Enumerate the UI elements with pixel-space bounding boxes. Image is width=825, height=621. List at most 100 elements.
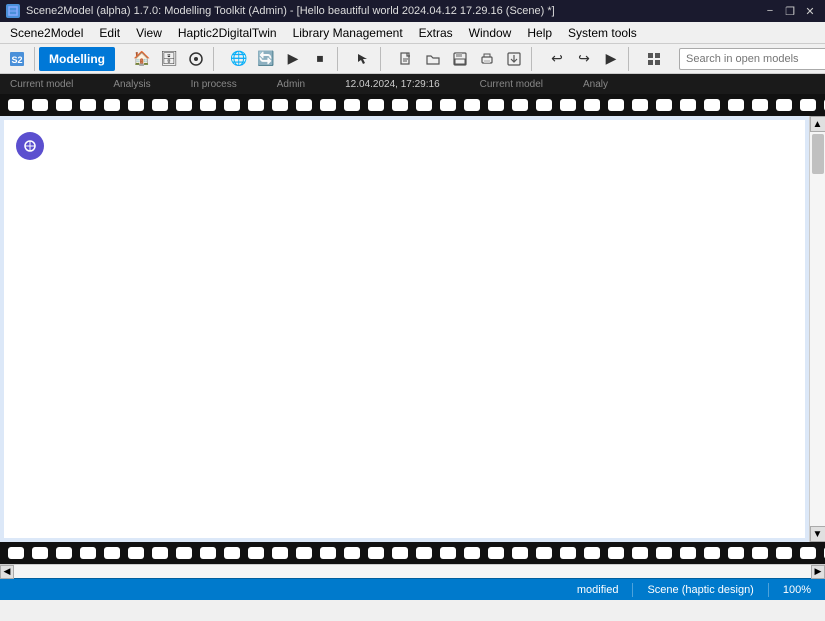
film-hole <box>320 99 336 111</box>
film-hole <box>776 547 792 559</box>
film-hole <box>488 547 504 559</box>
restore-button[interactable]: ❐ <box>781 3 799 19</box>
modelling-mode-button[interactable]: Modelling <box>39 47 115 71</box>
undo-button[interactable]: ↩ <box>544 47 570 71</box>
menu-haptic2digitaltwin[interactable]: Haptic2DigitalTwin <box>170 22 285 44</box>
forward-button[interactable]: ▶ <box>280 47 306 71</box>
film-hole <box>56 99 72 111</box>
scroll-up-button[interactable]: ▲ <box>810 116 825 132</box>
menu-extras[interactable]: Extras <box>411 22 461 44</box>
film-hole <box>8 99 24 111</box>
menu-window[interactable]: Window <box>461 22 520 44</box>
status-modified[interactable]: modified <box>571 579 625 600</box>
film-hole <box>416 99 432 111</box>
film-hole <box>632 99 648 111</box>
globe-button[interactable]: 🌐 <box>226 47 252 71</box>
film-hole <box>392 99 408 111</box>
select-button[interactable] <box>350 47 376 71</box>
close-button[interactable]: ✕ <box>801 3 819 19</box>
arrow-right-button[interactable]: ▶ <box>598 47 624 71</box>
horizontal-scrollbar[interactable]: ◀ ▶ <box>0 564 825 578</box>
scroll-right-button[interactable]: ▶ <box>811 565 825 579</box>
film-hole <box>800 99 816 111</box>
cursor-button[interactable] <box>183 47 209 71</box>
menu-edit[interactable]: Edit <box>91 22 128 44</box>
save-button[interactable] <box>447 47 473 71</box>
print-button[interactable] <box>474 47 500 71</box>
toolbar-right-group <box>641 47 671 71</box>
status-zoom[interactable]: 100% <box>777 579 817 600</box>
status-datetime: 12.04.2024, 17:29:16 <box>345 79 440 90</box>
status-bar-separator-1 <box>632 583 633 597</box>
stop-button[interactable]: ⏹ <box>307 47 333 71</box>
refresh-button[interactable]: 🔄 <box>253 47 279 71</box>
film-hole <box>128 547 144 559</box>
scene-node[interactable] <box>16 132 44 160</box>
film-hole <box>584 99 600 111</box>
film-hole <box>560 99 576 111</box>
grid-button[interactable] <box>641 47 667 71</box>
film-hole <box>536 99 552 111</box>
film-hole <box>80 547 96 559</box>
menu-scene2model[interactable]: Scene2Model <box>2 22 91 44</box>
film-hole <box>392 547 408 559</box>
film-hole <box>512 547 528 559</box>
title-bar-left: Scene2Model (alpha) 1.7.0: Modelling Too… <box>6 4 555 18</box>
main-area: Current model Analysis In process Admin … <box>0 74 825 564</box>
film-hole <box>152 99 168 111</box>
menu-library-management[interactable]: Library Management <box>285 22 411 44</box>
title-controls: − ❐ ✕ <box>761 3 819 19</box>
title-bar: Scene2Model (alpha) 1.7.0: Modelling Too… <box>0 0 825 22</box>
film-hole <box>272 547 288 559</box>
status-analy: Analy <box>583 79 608 90</box>
film-holes-bottom <box>0 542 825 564</box>
film-hole <box>464 99 480 111</box>
home-button[interactable]: 🏠 <box>129 47 155 71</box>
toolbar: S2 Modelling 🏠 🗄 🌐 🔄 ▶ ⏹ <box>0 44 825 74</box>
app-icon <box>6 4 20 18</box>
app-logo-button[interactable]: S2 <box>4 47 30 71</box>
toolbar-edit-group <box>350 47 381 71</box>
status-scene-type[interactable]: Scene (haptic design) <box>641 579 759 600</box>
film-hole <box>560 547 576 559</box>
status-in-process: In process <box>191 79 237 90</box>
film-holes-top <box>0 94 825 116</box>
status-strip: Current model Analysis In process Admin … <box>0 74 825 94</box>
database-button[interactable]: 🗄 <box>156 47 182 71</box>
minimize-button[interactable]: − <box>761 3 779 19</box>
vertical-scrollbar[interactable]: ▲ ▼ <box>809 116 825 542</box>
canvas-area[interactable] <box>0 116 809 542</box>
new-file-button[interactable] <box>393 47 419 71</box>
film-hole <box>752 547 768 559</box>
scroll-thumb[interactable] <box>812 134 824 174</box>
film-hole <box>344 547 360 559</box>
film-hole <box>632 547 648 559</box>
film-hole <box>488 99 504 111</box>
content-row: ▲ ▼ <box>0 116 825 542</box>
film-hole <box>704 547 720 559</box>
scroll-down-button[interactable]: ▼ <box>810 526 825 542</box>
menu-help[interactable]: Help <box>519 22 560 44</box>
menu-system-tools[interactable]: System tools <box>560 22 645 44</box>
film-hole <box>176 547 192 559</box>
film-hole <box>152 547 168 559</box>
film-hole <box>128 99 144 111</box>
scroll-track[interactable] <box>810 132 825 526</box>
open-file-button[interactable] <box>420 47 446 71</box>
status-analysis: Analysis <box>113 79 150 90</box>
film-hole <box>224 547 240 559</box>
film-hole <box>608 547 624 559</box>
film-hole <box>248 547 264 559</box>
redo-button[interactable]: ↪ <box>571 47 597 71</box>
design-canvas[interactable] <box>4 120 805 538</box>
film-hole <box>320 547 336 559</box>
menu-view[interactable]: View <box>128 22 170 44</box>
film-hole <box>80 99 96 111</box>
film-hole <box>200 547 216 559</box>
window-title: Scene2Model (alpha) 1.7.0: Modelling Too… <box>26 5 555 17</box>
export-button[interactable] <box>501 47 527 71</box>
film-hole <box>440 99 456 111</box>
hscroll-track[interactable] <box>14 565 811 578</box>
search-input[interactable] <box>679 48 825 70</box>
scroll-left-button[interactable]: ◀ <box>0 565 14 579</box>
